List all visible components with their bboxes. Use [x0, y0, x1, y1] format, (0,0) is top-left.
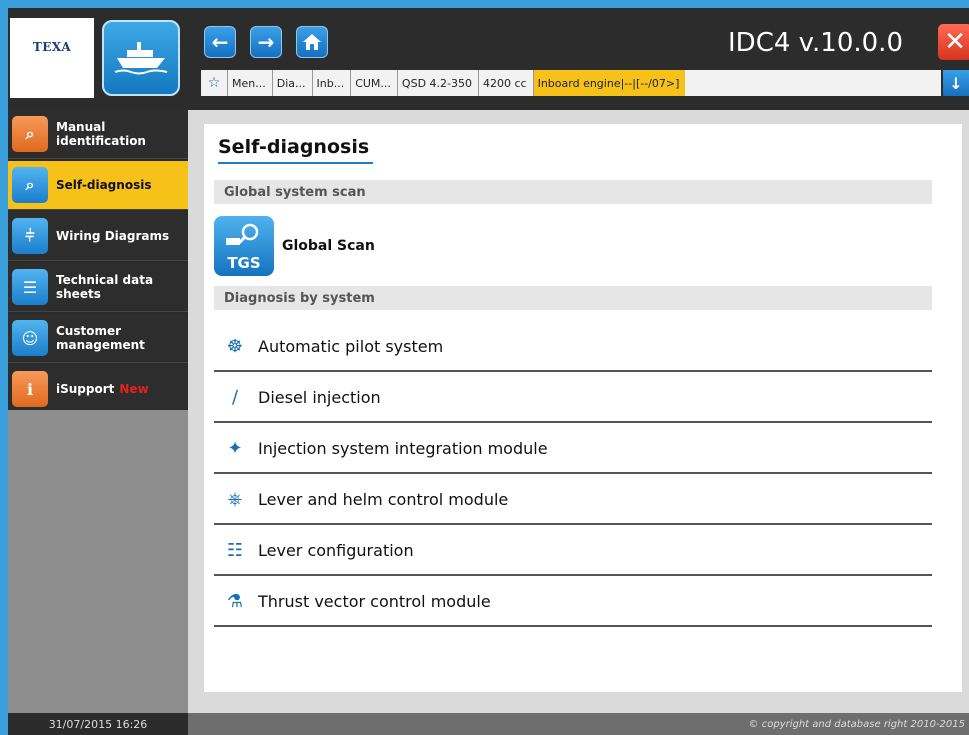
system-item-label: Automatic pilot system — [258, 336, 444, 356]
home-icon — [303, 34, 321, 50]
steering-wheel-icon: ☸ — [226, 335, 244, 357]
breadcrumb: ☆ Men... Dia... Inb... CUM... QSD 4.2-35… — [201, 70, 941, 96]
system-list: ☸ Automatic pilot system ∕ Diesel inject… — [214, 322, 932, 628]
breadcrumb-item[interactable]: Men... — [227, 70, 272, 96]
label-line: Customer — [56, 324, 122, 338]
system-item-lever-configuration[interactable]: ☷ Lever configuration — [214, 526, 932, 576]
sidebar-item-label: Self-diagnosis — [56, 178, 152, 192]
texa-logo: TEXA — [10, 18, 94, 98]
tgs-icon-text: TGS — [227, 254, 261, 272]
sidebar-item-label: Technical data sheets — [56, 273, 153, 301]
breadcrumb-item[interactable]: Dia... — [271, 70, 312, 96]
main-area: Self-diagnosis Global system scan TGS Gl… — [188, 110, 969, 713]
thrust-vector-icon: ⚗ — [226, 590, 244, 612]
breadcrumb-item[interactable]: CUM... — [350, 70, 397, 96]
injector-icon: ∕ — [231, 386, 239, 408]
label-line: sheets — [56, 287, 101, 301]
content-panel: Self-diagnosis Global system scan TGS Gl… — [204, 124, 962, 692]
label-line: identification — [56, 134, 146, 148]
lever-config-icon: ☷ — [226, 539, 244, 561]
copyright-notice: © copyright and database right 2010-2015 — [188, 713, 969, 735]
system-item-diesel-injection[interactable]: ∕ Diesel injection — [214, 373, 932, 423]
breadcrumb-item[interactable]: QSD 4.2-350 — [396, 70, 478, 96]
arrow-right-icon: → — [257, 30, 275, 54]
system-item-thrust-vector[interactable]: ⚗ Thrust vector control module — [214, 577, 932, 627]
tgs-icon: TGS — [214, 216, 274, 276]
system-item-label: Lever and helm control module — [258, 489, 509, 509]
boat-icon — [102, 20, 180, 96]
arrow-left-icon: ← — [211, 30, 229, 54]
wiring-icon: ⫩ — [12, 218, 48, 254]
manual-id-icon: ⌕ — [12, 116, 48, 152]
system-item-lever-helm[interactable]: ⎈ Lever and helm control module — [214, 475, 932, 525]
app-title: IDC4 v.10.0.0 — [728, 28, 903, 58]
section-header-global: Global system scan — [214, 180, 932, 204]
favorite-star-icon[interactable]: ☆ — [201, 75, 227, 91]
section-header-system: Diagnosis by system — [214, 286, 932, 310]
back-button[interactable]: ← — [204, 26, 236, 58]
header: TEXA ← → IDC4 v.10.0.0 ✕ ☆ Men... Dia...… — [8, 8, 969, 110]
lever-helm-icon: ⎈ — [227, 488, 243, 510]
sidebar-empty-area — [8, 410, 188, 713]
sidebar-item-manual-identification[interactable]: ⌕ Manual identification — [8, 110, 188, 159]
label-line: management — [56, 338, 145, 352]
close-button[interactable]: ✕ — [938, 24, 969, 60]
sidebar-item-wiring-diagrams[interactable]: ⫩ Wiring Diagrams — [8, 212, 188, 261]
sidebar-item-customer-management[interactable]: ☺ Customer management — [8, 314, 188, 363]
close-icon: ✕ — [944, 27, 966, 57]
app-window: TEXA ← → IDC4 v.10.0.0 ✕ ☆ Men... Dia...… — [8, 8, 969, 735]
self-diagnosis-icon: ⌕ — [12, 167, 48, 203]
arrow-down-icon: ↓ — [949, 73, 963, 93]
system-item-automatic-pilot[interactable]: ☸ Automatic pilot system — [214, 322, 932, 372]
breadcrumb-item-active[interactable]: Inboard engine|--|[--/07>] — [532, 70, 686, 96]
new-badge: New — [119, 382, 149, 396]
logo-text: TEXA — [32, 40, 72, 54]
label-line: Technical data — [56, 273, 154, 287]
home-button[interactable] — [296, 26, 328, 58]
label-line: Manual — [56, 120, 106, 134]
sidebar: ⌕ Manual identification ⌕ Self-diagnosis… — [8, 110, 188, 713]
sidebar-item-label: iSupport — [56, 382, 115, 396]
forward-button[interactable]: → — [250, 26, 282, 58]
sidebar-item-label: Wiring Diagrams — [56, 229, 170, 243]
system-item-label: Lever configuration — [258, 540, 414, 560]
system-item-injection-integration[interactable]: ✦ Injection system integration module — [214, 424, 932, 474]
isupport-icon: ℹ — [12, 371, 48, 407]
breadcrumb-item[interactable]: 4200 cc — [478, 70, 533, 96]
breadcrumb-item[interactable]: Inb... — [311, 70, 351, 96]
global-scan-label: Global Scan — [282, 238, 375, 254]
status-datetime: 31/07/2015 16:26 — [8, 713, 188, 735]
sidebar-item-self-diagnosis[interactable]: ⌕ Self-diagnosis — [8, 161, 188, 210]
system-item-label: Thrust vector control module — [258, 591, 491, 611]
sidebar-item-label: Manual identification — [56, 120, 146, 148]
breadcrumb-expand-button[interactable]: ↓ — [943, 70, 969, 96]
sidebar-item-label: Customer management — [56, 324, 145, 352]
system-item-label: Diesel injection — [258, 387, 381, 407]
datasheet-icon: ☰ — [12, 269, 48, 305]
global-scan-button[interactable]: TGS Global Scan — [214, 216, 375, 276]
sidebar-item-isupport[interactable]: ℹ iSupport New — [8, 365, 188, 414]
sidebar-item-technical-data-sheets[interactable]: ☰ Technical data sheets — [8, 263, 188, 312]
page-title: Self-diagnosis — [218, 136, 374, 164]
customer-icon: ☺ — [12, 320, 48, 356]
injection-module-icon: ✦ — [227, 437, 243, 459]
system-item-label: Injection system integration module — [258, 438, 548, 458]
